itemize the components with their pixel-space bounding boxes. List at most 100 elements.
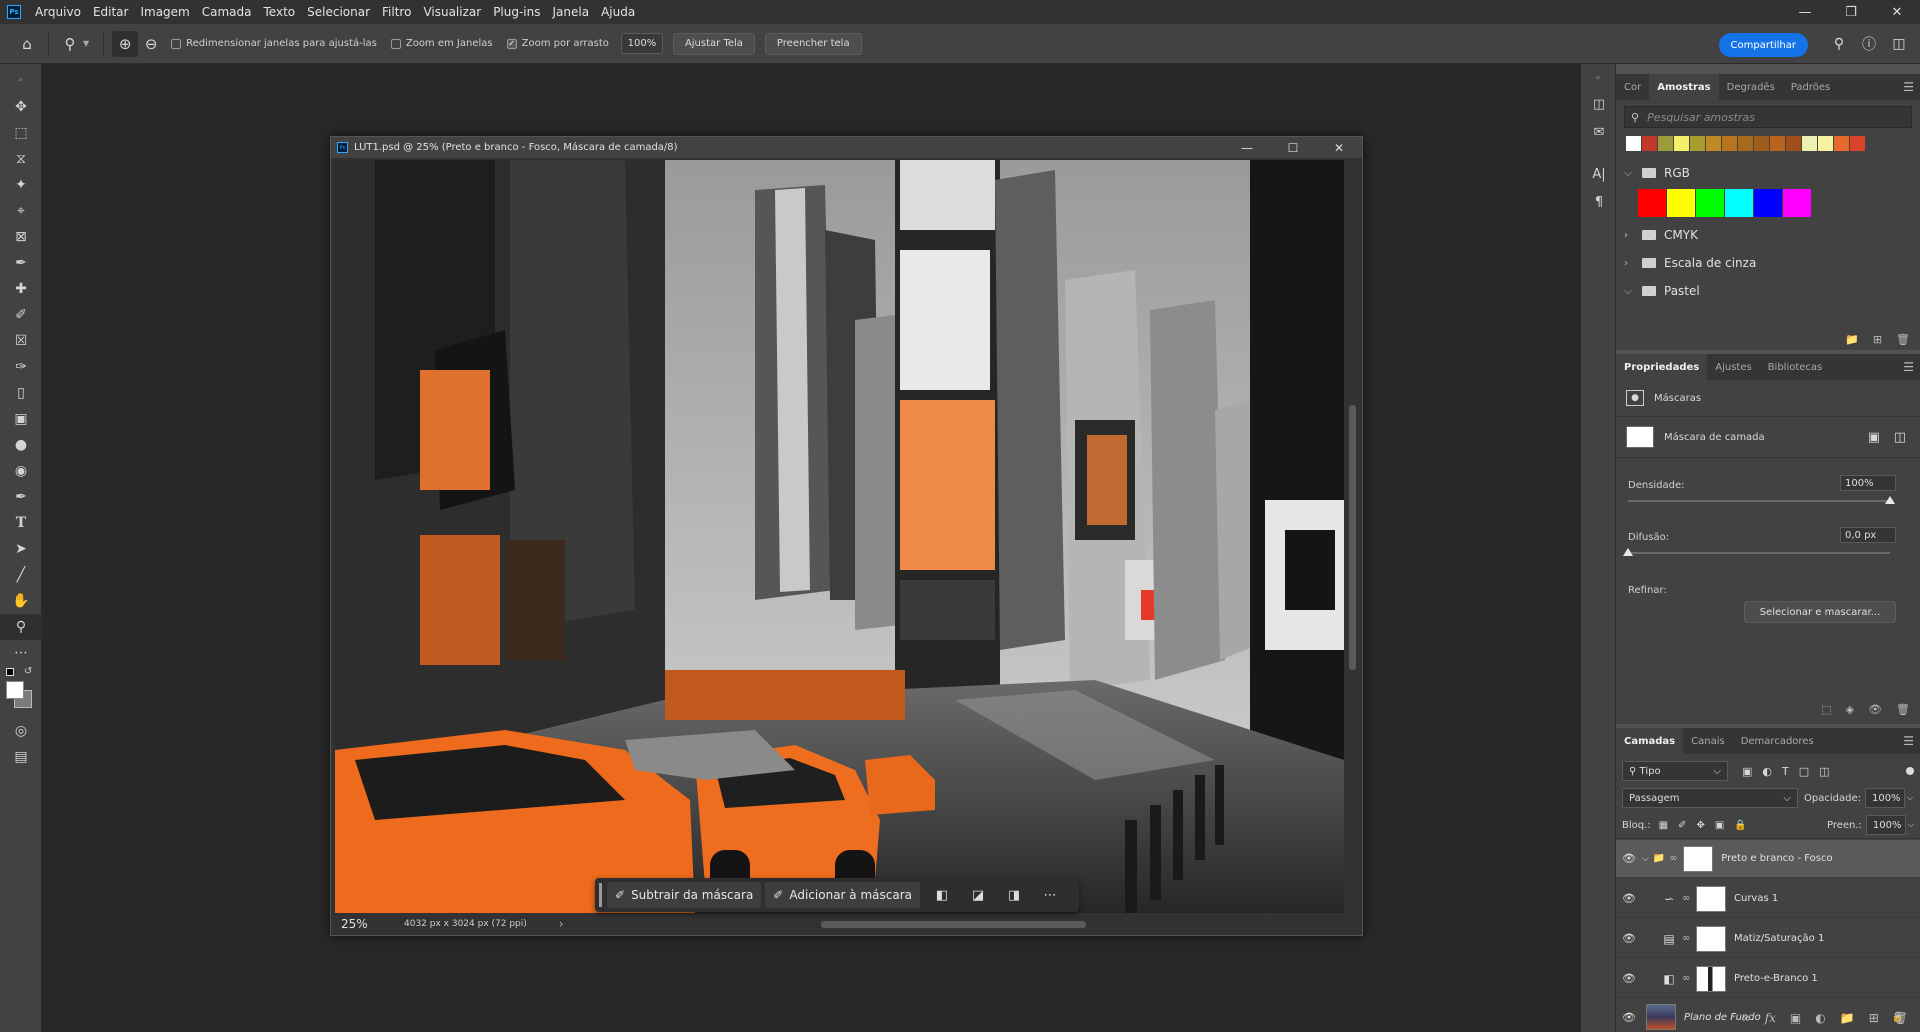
add-to-mask-button[interactable]: ✐ Adicionar à máscara: [765, 882, 920, 908]
quick-mask-icon[interactable]: ◎: [0, 718, 42, 744]
layer-row-group[interactable]: 👁 ⌵ 📁 ∞ Preto e branco - Fosco: [1616, 840, 1920, 878]
link-icon[interactable]: ∞: [1682, 933, 1692, 944]
maximize-icon[interactable]: ❐: [1828, 0, 1874, 24]
visibility-icon[interactable]: 👁: [1868, 703, 1882, 716]
layer-row-hue-saturation[interactable]: 👁 ▤ ∞ Matiz/Saturação 1: [1616, 920, 1920, 958]
layer-row-black-white[interactable]: 👁 ◧ ∞ Preto-e-Branco 1: [1616, 960, 1920, 998]
scrollbar-thumb[interactable]: [1349, 405, 1356, 670]
scrubby-zoom-checkbox[interactable]: ✓ Zoom por arrasto: [506, 38, 609, 49]
tab-padroes[interactable]: Padrões: [1783, 74, 1838, 100]
blur-tool-icon[interactable]: ●: [0, 432, 42, 458]
quick-selection-tool-icon[interactable]: ✦: [0, 172, 42, 198]
resize-windows-checkbox[interactable]: Redimensionar janelas para ajustá-las: [171, 38, 377, 49]
document-title-bar[interactable]: Ps LUT1.psd @ 25% (Preto e branco - Fosc…: [331, 137, 1362, 158]
close-icon[interactable]: ✕: [1874, 0, 1920, 24]
hand-tool-icon[interactable]: ✋: [0, 588, 42, 614]
lock-artboard-icon[interactable]: ▣: [1715, 820, 1724, 831]
brush-tool-icon[interactable]: ✐: [0, 302, 42, 328]
lock-position-icon[interactable]: ✥: [1697, 820, 1705, 831]
pixel-mask-icon[interactable]: ▣: [1868, 430, 1880, 445]
layer-name[interactable]: Preto-e-Branco 1: [1734, 973, 1818, 984]
visibility-eye-icon[interactable]: 👁: [1616, 972, 1642, 985]
layer-mask-thumbnail[interactable]: [1696, 925, 1726, 952]
tab-cor[interactable]: Cor: [1616, 74, 1649, 100]
move-tool-icon[interactable]: ✥: [0, 94, 42, 120]
help-icon[interactable]: ⓘ: [1858, 32, 1880, 56]
tab-bibliotecas[interactable]: Bibliotecas: [1760, 354, 1831, 380]
panel-menu-icon[interactable]: ☰: [1903, 734, 1914, 748]
collapse-icon[interactable]: »: [0, 64, 41, 94]
swatch[interactable]: [1626, 136, 1641, 151]
chevron-right-icon[interactable]: ›: [559, 917, 564, 931]
density-field[interactable]: 100%: [1840, 475, 1896, 491]
feather-slider[interactable]: [1628, 552, 1890, 554]
swatch[interactable]: [1802, 136, 1817, 151]
menu-selecionar[interactable]: Selecionar: [301, 0, 376, 24]
blend-mode-dropdown[interactable]: Passagem ⌵: [1622, 788, 1798, 808]
panel-menu-icon[interactable]: ☰: [1903, 80, 1914, 94]
close-icon[interactable]: ✕: [1316, 137, 1362, 158]
density-slider-knob[interactable]: [1885, 496, 1895, 504]
menu-plugins[interactable]: Plug-ins: [487, 0, 546, 24]
history-panel-icon[interactable]: ◫: [1581, 90, 1617, 118]
chevron-down-icon[interactable]: ⌵: [1642, 854, 1649, 864]
menu-filtro[interactable]: Filtro: [376, 0, 417, 24]
mask-options-icon[interactable]: ◧: [924, 882, 960, 908]
eyedropper-tool-icon[interactable]: ✒: [0, 250, 42, 276]
tab-camadas[interactable]: Camadas: [1616, 728, 1684, 754]
swatch-group-cmyk[interactable]: › CMYK: [1616, 221, 1920, 249]
trash-icon[interactable]: 🗑: [1896, 703, 1910, 716]
character-panel-icon[interactable]: A|: [1581, 160, 1617, 188]
swatch[interactable]: [1754, 136, 1769, 151]
adjustment-layer-icon[interactable]: ◐: [1815, 1011, 1825, 1025]
swatch[interactable]: [1783, 189, 1811, 217]
swatch[interactable]: [1786, 136, 1801, 151]
menu-janela[interactable]: Janela: [547, 0, 596, 24]
layer-mask-row[interactable]: Máscara de camada ▣ ◫: [1616, 417, 1920, 457]
lock-all-icon[interactable]: 🔒: [1734, 820, 1746, 831]
canvas[interactable]: [335, 160, 1344, 915]
more-tools-icon[interactable]: ⋯: [0, 640, 42, 666]
vector-mask-icon[interactable]: ◫: [1894, 430, 1906, 445]
home-icon[interactable]: ⌂: [14, 31, 40, 57]
lock-image-icon[interactable]: ✐: [1678, 820, 1686, 831]
frame-tool-icon[interactable]: ⊠: [0, 224, 42, 250]
marquee-tool-icon[interactable]: ⬚: [0, 120, 42, 146]
vertical-scrollbar[interactable]: [1346, 160, 1360, 915]
visibility-eye-icon[interactable]: 👁: [1616, 892, 1642, 905]
opacity-field[interactable]: 100%: [1864, 788, 1905, 808]
swatch-group-rgb[interactable]: ⌵ RGB: [1616, 159, 1920, 187]
feather-slider-knob[interactable]: [1623, 548, 1633, 556]
chevron-down-icon[interactable]: ⌵: [1908, 820, 1914, 830]
path-selection-tool-icon[interactable]: ➤: [0, 536, 42, 562]
fill-screen-button[interactable]: Preencher tela: [764, 32, 862, 55]
trash-icon[interactable]: 🗑: [1896, 333, 1910, 346]
history-brush-tool-icon[interactable]: ✑: [0, 354, 42, 380]
swap-colors-icon[interactable]: ↺: [24, 666, 32, 677]
default-colors-icon[interactable]: [6, 668, 14, 676]
load-selection-icon[interactable]: ⬚: [1821, 703, 1831, 716]
pen-tool-icon[interactable]: ✒: [0, 484, 42, 510]
density-slider[interactable]: [1628, 500, 1890, 502]
tab-demarcadores[interactable]: Demarcadores: [1733, 728, 1822, 754]
collapse-icon[interactable]: «: [1581, 64, 1615, 90]
foreground-color-swatch[interactable]: [6, 681, 24, 699]
more-options-icon[interactable]: ⋯: [1032, 882, 1068, 908]
swatch[interactable]: [1667, 189, 1695, 217]
swatch[interactable]: [1658, 136, 1673, 151]
select-and-mask-button[interactable]: Selecionar e mascarar...: [1744, 601, 1896, 623]
swatch[interactable]: [1642, 136, 1657, 151]
tab-degrades[interactable]: Degradês: [1719, 74, 1783, 100]
link-icon[interactable]: ∞: [1669, 853, 1679, 864]
feather-field[interactable]: 0,0 px: [1840, 527, 1896, 543]
swatch[interactable]: [1706, 136, 1721, 151]
layer-name[interactable]: Matiz/Saturação 1: [1734, 933, 1824, 944]
zoom-tool-icon[interactable]: ⚲: [0, 614, 42, 640]
fit-screen-button[interactable]: Ajustar Tela: [672, 32, 755, 55]
layer-mask-thumbnail[interactable]: [1696, 885, 1726, 912]
tab-ajustes[interactable]: Ajustes: [1707, 354, 1759, 380]
layer-name[interactable]: Curvas 1: [1734, 893, 1778, 904]
drag-handle-icon[interactable]: [599, 883, 602, 907]
line-tool-icon[interactable]: ╱: [0, 562, 42, 588]
menu-camada[interactable]: Camada: [196, 0, 258, 24]
